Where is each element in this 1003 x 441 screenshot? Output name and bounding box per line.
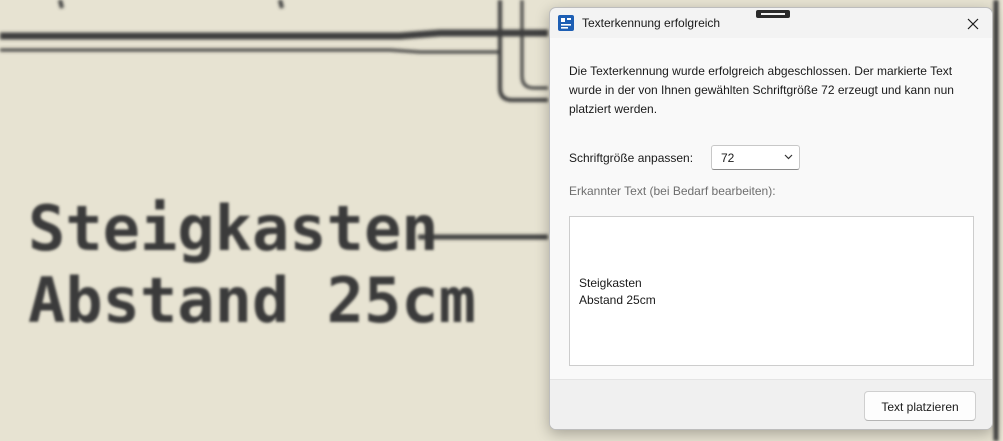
dialog-footer: Text platzieren	[550, 379, 992, 429]
ocr-line-1-text: Steigkasten	[28, 192, 439, 265]
ocr-app-icon	[558, 15, 574, 31]
dialog-content: Die Texterkennung wurde erfolgreich abge…	[550, 38, 992, 379]
recognized-text-area[interactable]: Steigkasten Abstand 25cm	[569, 216, 974, 366]
ocr-result-dialog: Texterkennung erfolgreich Die Texterkenn…	[549, 7, 993, 430]
result-message: Die Texterkennung wurde erfolgreich abge…	[569, 64, 954, 116]
font-size-dropdown[interactable]: 72	[711, 145, 800, 170]
chevron-down-icon	[784, 154, 793, 160]
ocr-line-2-text: Abstand 25cm	[28, 264, 476, 337]
font-size-label: Schriftgröße anpassen:	[569, 151, 694, 165]
font-size-value: 72	[721, 151, 735, 165]
dialog-title: Texterkennung erfolgreich	[582, 16, 721, 30]
close-button[interactable]	[958, 12, 988, 36]
recognized-text-label: Erkannter Text (bei Bedarf bearbeiten):	[569, 184, 776, 198]
place-text-button[interactable]: Text platzieren	[864, 391, 976, 421]
close-icon	[967, 18, 979, 30]
dialog-titlebar[interactable]: Texterkennung erfolgreich	[550, 8, 992, 38]
drag-handle[interactable]	[756, 10, 790, 18]
